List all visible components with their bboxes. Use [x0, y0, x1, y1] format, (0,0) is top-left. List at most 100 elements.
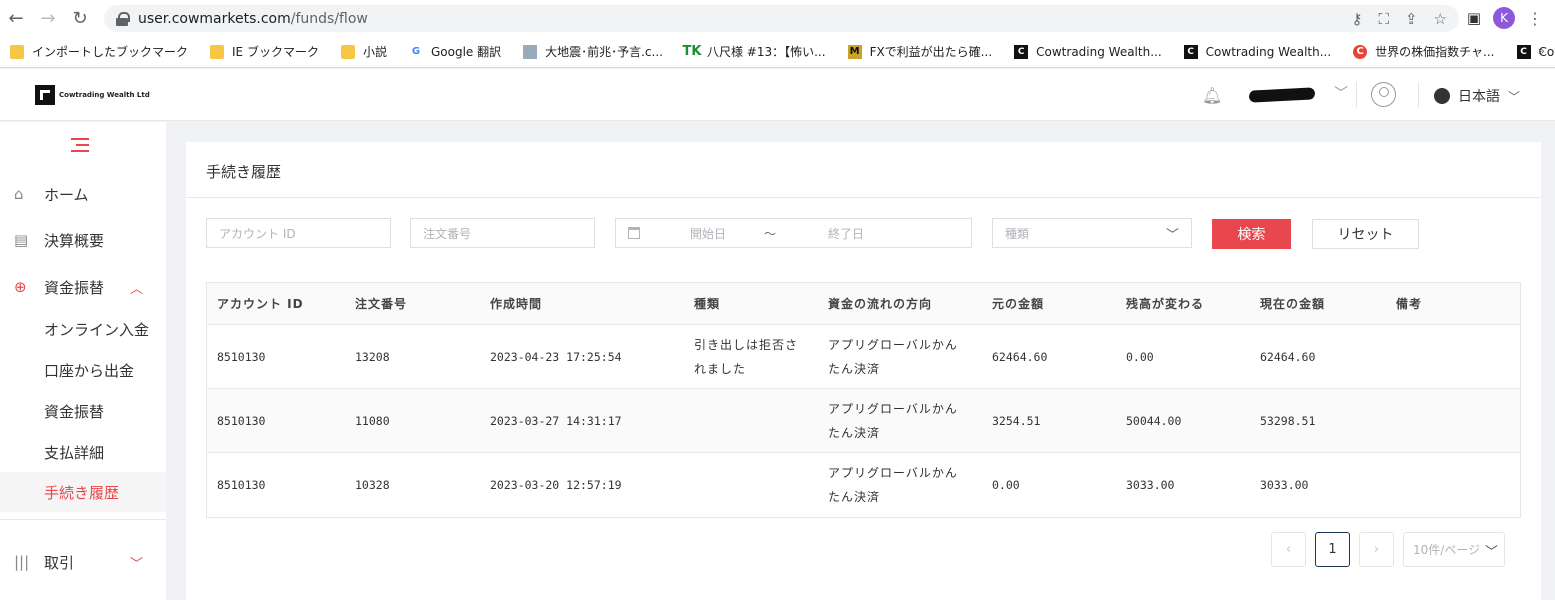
- bookmark-item[interactable]: 大地震･前兆･予言.c...: [523, 43, 663, 60]
- search-button[interactable]: 検索: [1212, 219, 1291, 249]
- divider: [1356, 82, 1357, 108]
- sidebar-item-payment-details[interactable]: 支払詳細: [0, 432, 166, 472]
- side-panel-icon[interactable]: ▣: [1467, 9, 1481, 27]
- chevron-down-icon[interactable]: ﹀: [1334, 83, 1348, 103]
- cowtrading-icon: C: [1183, 44, 1198, 59]
- url-path: /funds/flow: [290, 10, 368, 27]
- bookmark-item[interactable]: TK 八尺様 #13：【怖い...: [683, 43, 826, 60]
- column-header-original-amount: 元の金額: [992, 297, 1045, 311]
- bookmark-item[interactable]: CCowtrading Wealth...: [1183, 44, 1331, 59]
- language-label: 日本語: [1458, 89, 1500, 105]
- url-host: user.cowmarkets.com: [138, 10, 291, 27]
- document-icon: ▤: [14, 231, 29, 249]
- bookmark-label: IE ブックマーク: [232, 45, 319, 59]
- c-icon: C: [1353, 44, 1368, 59]
- history-table: アカウント ID 注文番号 作成時間 種類 資金の流れの方向 元の金額 残高が変わる 現在の金…: [206, 282, 1521, 518]
- sidebar-item-label: ホーム: [44, 185, 89, 204]
- bookmark-item[interactable]: G Google 翻訳: [409, 43, 501, 60]
- cell-remarks: [1396, 389, 1496, 452]
- bookmark-item[interactable]: M FXで利益が出たら確...: [847, 43, 993, 60]
- sidebar-item-trading[interactable]: ||| 取引 ﹀: [0, 542, 166, 582]
- type-select[interactable]: 種類 ﹀: [992, 218, 1192, 248]
- folder-icon: [340, 44, 355, 59]
- reset-button[interactable]: リセット: [1312, 219, 1419, 249]
- sidebar-item-procedure-history[interactable]: 手続き履歴: [0, 472, 166, 512]
- next-page-button[interactable]: ›: [1359, 532, 1394, 567]
- sidebar-item-fund-transfer-group[interactable]: ⊕ 資金振替 ︿: [0, 267, 166, 307]
- prev-page-button[interactable]: ‹: [1271, 532, 1306, 567]
- redacted-username[interactable]: [1248, 87, 1316, 103]
- bookmark-label: 八尺様 #13：【怖い...: [706, 45, 826, 59]
- bookmark-item[interactable]: CCowtrading Wealth...: [1014, 44, 1162, 59]
- bookmarks-bar: インポートしたブックマーク IE ブックマーク 小説 G Google 翻訳 大地震･前兆…: [0, 36, 1555, 68]
- back-icon[interactable]: ←: [0, 0, 32, 36]
- bookmark-label: 世界の株価指数チャ...: [1375, 45, 1495, 59]
- sidebar-item-label: 取引: [44, 553, 75, 572]
- sidebar-item-withdrawal[interactable]: 口座から出金: [0, 350, 166, 390]
- main-card: 手続き履歴 アカウント ID 注文番号 開始日 ～ 終了日 種類 ﹀ 検索 リセ…: [186, 142, 1541, 600]
- start-date-placeholder: 開始日: [690, 226, 727, 241]
- order-number-input[interactable]: 注文番号: [410, 218, 595, 248]
- column-header-balance-change: 残高が変わる: [1126, 297, 1205, 311]
- divider: [0, 519, 166, 520]
- bookmarks-overflow-icon[interactable]: »: [1538, 44, 1545, 58]
- home-icon: ⌂: [14, 185, 24, 203]
- page-size-select[interactable]: 10件/ページ ﹀: [1403, 532, 1505, 567]
- bookmark-item[interactable]: インポートしたブックマーク: [10, 43, 188, 60]
- cell-remarks: [1396, 325, 1496, 388]
- bookmark-item[interactable]: CCowtrading Wealth...: [1516, 44, 1555, 59]
- sidebar-item-settlement-summary[interactable]: ▤ 決算概要: [0, 220, 166, 260]
- bookmark-label: FXで利益が出たら確...: [869, 45, 993, 59]
- table-header-row: アカウント ID 注文番号 作成時間 種類 資金の流れの方向 元の金額 残高が変わる 現在の金…: [207, 283, 1520, 325]
- menu-icon[interactable]: ⋮: [1527, 9, 1543, 28]
- table-row[interactable]: 8510130 10328 2023-03-20 12:57:19 アプリグローバルか…: [207, 453, 1520, 517]
- chevron-down-icon: ﹀: [130, 556, 144, 572]
- cell-type: [694, 389, 809, 452]
- sidebar: ⌂ ホーム ▤ 決算概要 ⊕ 資金振替 ︿ オンライン入金 口座から出金 資金振…: [0, 122, 166, 600]
- site-image-icon: [523, 44, 538, 59]
- collapse-menu-icon[interactable]: [71, 138, 89, 152]
- chevron-up-icon: ︿: [130, 281, 144, 297]
- cell-type: [694, 453, 809, 517]
- reload-icon[interactable]: ↻: [64, 0, 96, 36]
- cell-current-amount: 3033.00: [1260, 478, 1309, 492]
- chevron-down-icon: ﹀: [1508, 89, 1521, 104]
- sidebar-item-home[interactable]: ⌂ ホーム: [0, 174, 166, 214]
- bookmark-item[interactable]: 小説: [340, 43, 387, 60]
- account-id-input[interactable]: アカウント ID: [206, 218, 391, 248]
- cell-balance-change: 3033.00: [1126, 478, 1175, 492]
- cell-original-amount: 0.00: [992, 478, 1020, 492]
- bell-icon[interactable]: 🔔︎: [1202, 86, 1222, 105]
- folder-icon: [210, 44, 225, 59]
- page-1-button[interactable]: 1: [1315, 532, 1350, 567]
- cell-created-time: 2023-03-20 12:57:19: [490, 478, 622, 492]
- bookmark-label: 小説: [362, 45, 387, 59]
- forward-icon[interactable]: →: [32, 0, 64, 36]
- profile-avatar[interactable]: K: [1493, 7, 1515, 29]
- cell-current-amount: 62464.60: [1260, 349, 1316, 364]
- key-icon[interactable]: ⚷: [1351, 10, 1362, 28]
- sidebar-item-online-deposit[interactable]: オンライン入金: [0, 309, 166, 349]
- bookmark-item[interactable]: C 世界の株価指数チャ...: [1353, 43, 1495, 60]
- cell-flow-direction: アプリグローバルかんたん決済: [828, 401, 958, 440]
- translate-icon[interactable]: ⛶: [1378, 10, 1389, 28]
- share-icon[interactable]: ⇪: [1405, 10, 1418, 28]
- table-row[interactable]: 8510130 13208 2023-04-23 17:25:54 引き出しは拒否され…: [207, 325, 1520, 389]
- cell-current-amount: 53298.51: [1260, 413, 1316, 428]
- sidebar-item-fund-transfer[interactable]: 資金振替: [0, 391, 166, 431]
- star-icon[interactable]: ☆: [1434, 10, 1447, 28]
- bookmark-label: Google 翻訳: [430, 45, 502, 59]
- table-row[interactable]: 8510130 11080 2023-03-27 14:31:17 アプリグローバルか…: [207, 389, 1520, 453]
- language-selector[interactable]: 日本語 ﹀: [1434, 86, 1520, 106]
- user-avatar-icon[interactable]: [1371, 82, 1396, 107]
- bookmark-label: インポートしたブックマーク: [32, 45, 189, 59]
- column-header-created-time: 作成時間: [490, 297, 543, 311]
- bookmark-label: Cowtrading Wealth...: [1036, 44, 1162, 59]
- folder-icon: [10, 44, 24, 59]
- date-range-picker[interactable]: 開始日 ～ 終了日: [615, 218, 972, 248]
- bookmark-item[interactable]: IE ブックマーク: [210, 43, 319, 60]
- logo[interactable]: Cowtrading Wealth Ltd: [35, 85, 150, 105]
- column-header-order-number: 注文番号: [355, 297, 408, 311]
- app-header: Cowtrading Wealth Ltd 🔔︎ ﹀ 日本語 ﹀: [0, 69, 1555, 121]
- address-bar[interactable]: user.cowmarkets.com /funds/flow ⚷ ⛶ ⇪ ☆: [104, 5, 1459, 32]
